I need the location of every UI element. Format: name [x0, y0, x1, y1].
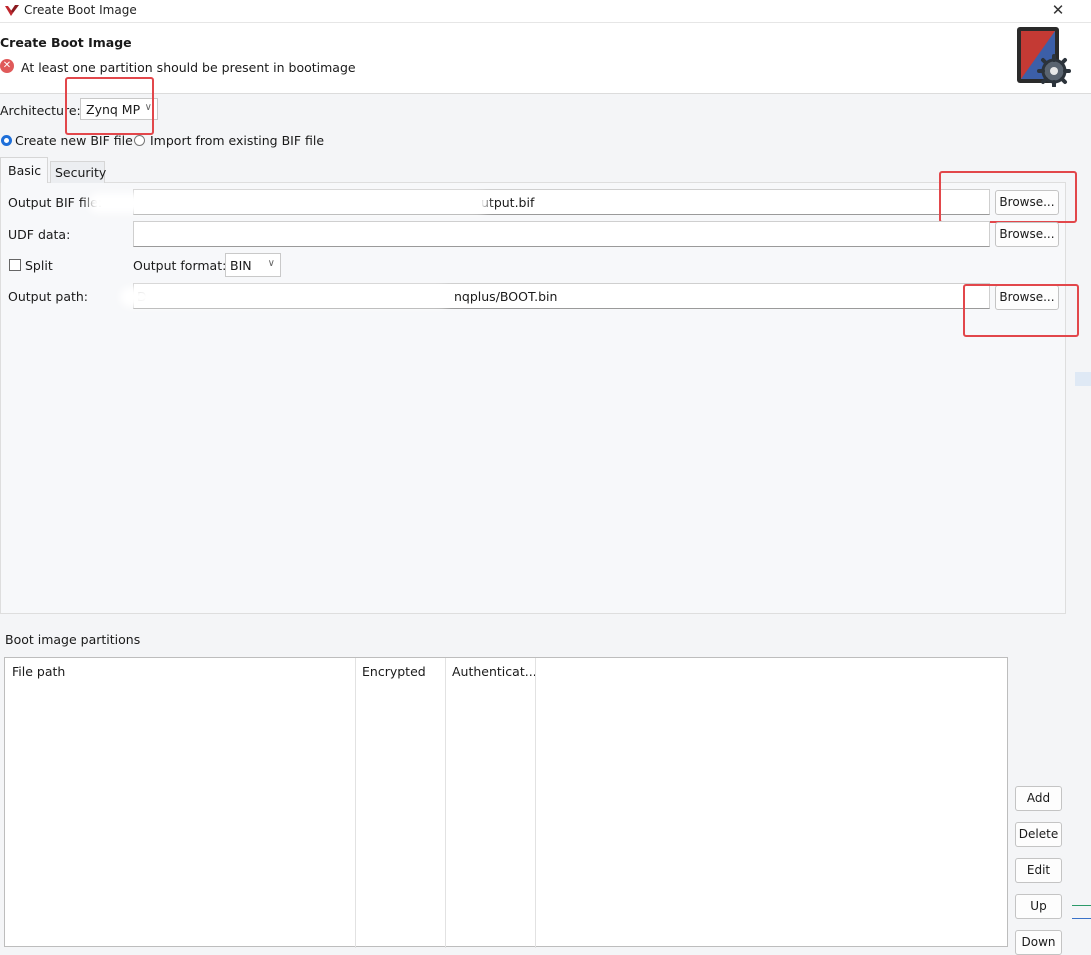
background-window-fragment: [1075, 372, 1091, 386]
app-logo-icon: [5, 5, 19, 16]
output-bif-value: utput.bif: [481, 195, 535, 210]
split-label[interactable]: Split: [25, 258, 53, 273]
architecture-label: Architecture:: [0, 103, 81, 118]
redaction-mask: [120, 287, 450, 307]
browse-bif-button[interactable]: Browse...: [995, 190, 1059, 215]
import-bif-radio[interactable]: [134, 135, 145, 146]
column-header-file-path[interactable]: File path: [12, 664, 65, 679]
split-checkbox[interactable]: [9, 259, 21, 271]
browse-output-path-button[interactable]: Browse...: [995, 285, 1059, 310]
partitions-table[interactable]: File path Encrypted Authenticat...: [4, 657, 1008, 948]
output-format-select[interactable]: BIN ∨: [225, 253, 281, 277]
column-divider: [445, 658, 446, 948]
column-divider: [355, 658, 356, 948]
output-format-value: BIN: [230, 258, 252, 273]
import-bif-label[interactable]: Import from existing BIF file: [150, 133, 324, 148]
chevron-down-icon: ∨: [267, 258, 275, 269]
column-header-encrypted[interactable]: Encrypted: [362, 664, 426, 679]
udf-data-label: UDF data:: [8, 227, 71, 242]
window-title: Create Boot Image: [24, 3, 137, 17]
output-path-value: nqplus/BOOT.bin: [454, 289, 558, 304]
add-partition-button[interactable]: Add: [1015, 786, 1062, 811]
udf-data-input[interactable]: [133, 221, 990, 247]
move-down-button[interactable]: Down: [1015, 930, 1062, 955]
create-new-bif-label[interactable]: Create new BIF file: [15, 133, 133, 148]
error-message: At least one partition should be present…: [21, 60, 356, 75]
column-header-authenticated[interactable]: Authenticat...: [452, 664, 537, 679]
architecture-select[interactable]: Zynq MP ∨: [80, 98, 158, 120]
redaction-mask: [88, 193, 488, 213]
edit-partition-button[interactable]: Edit: [1015, 858, 1062, 883]
error-icon: ✕: [0, 59, 14, 73]
tab-security[interactable]: Security: [50, 161, 107, 183]
tab-basic-label: Basic: [8, 163, 42, 178]
boot-image-settings-icon: [1017, 27, 1071, 87]
browse-udf-button[interactable]: Browse...: [995, 222, 1059, 247]
background-window-fragment: [1072, 918, 1091, 919]
tab-security-label: Security: [55, 165, 107, 180]
create-new-bif-radio[interactable]: [1, 135, 12, 146]
architecture-value: Zynq MP: [86, 102, 141, 117]
tab-basic[interactable]: Basic: [0, 157, 48, 183]
dialog-header: Create Boot Image ✕ At least one partiti…: [0, 23, 1091, 94]
chevron-down-icon: ∨: [144, 102, 152, 113]
delete-partition-button[interactable]: Delete: [1015, 822, 1062, 847]
output-path-label: Output path:: [8, 289, 89, 304]
partitions-label: Boot image partitions: [5, 632, 141, 647]
close-icon[interactable]: ✕: [1048, 0, 1068, 21]
output-format-label: Output format:: [133, 258, 227, 273]
title-bar: Create Boot Image ✕: [0, 0, 1091, 23]
move-up-button[interactable]: Up: [1015, 894, 1062, 919]
column-divider: [535, 658, 536, 948]
dialog-title: Create Boot Image: [0, 35, 132, 50]
background-window-fragment: [1072, 905, 1091, 906]
